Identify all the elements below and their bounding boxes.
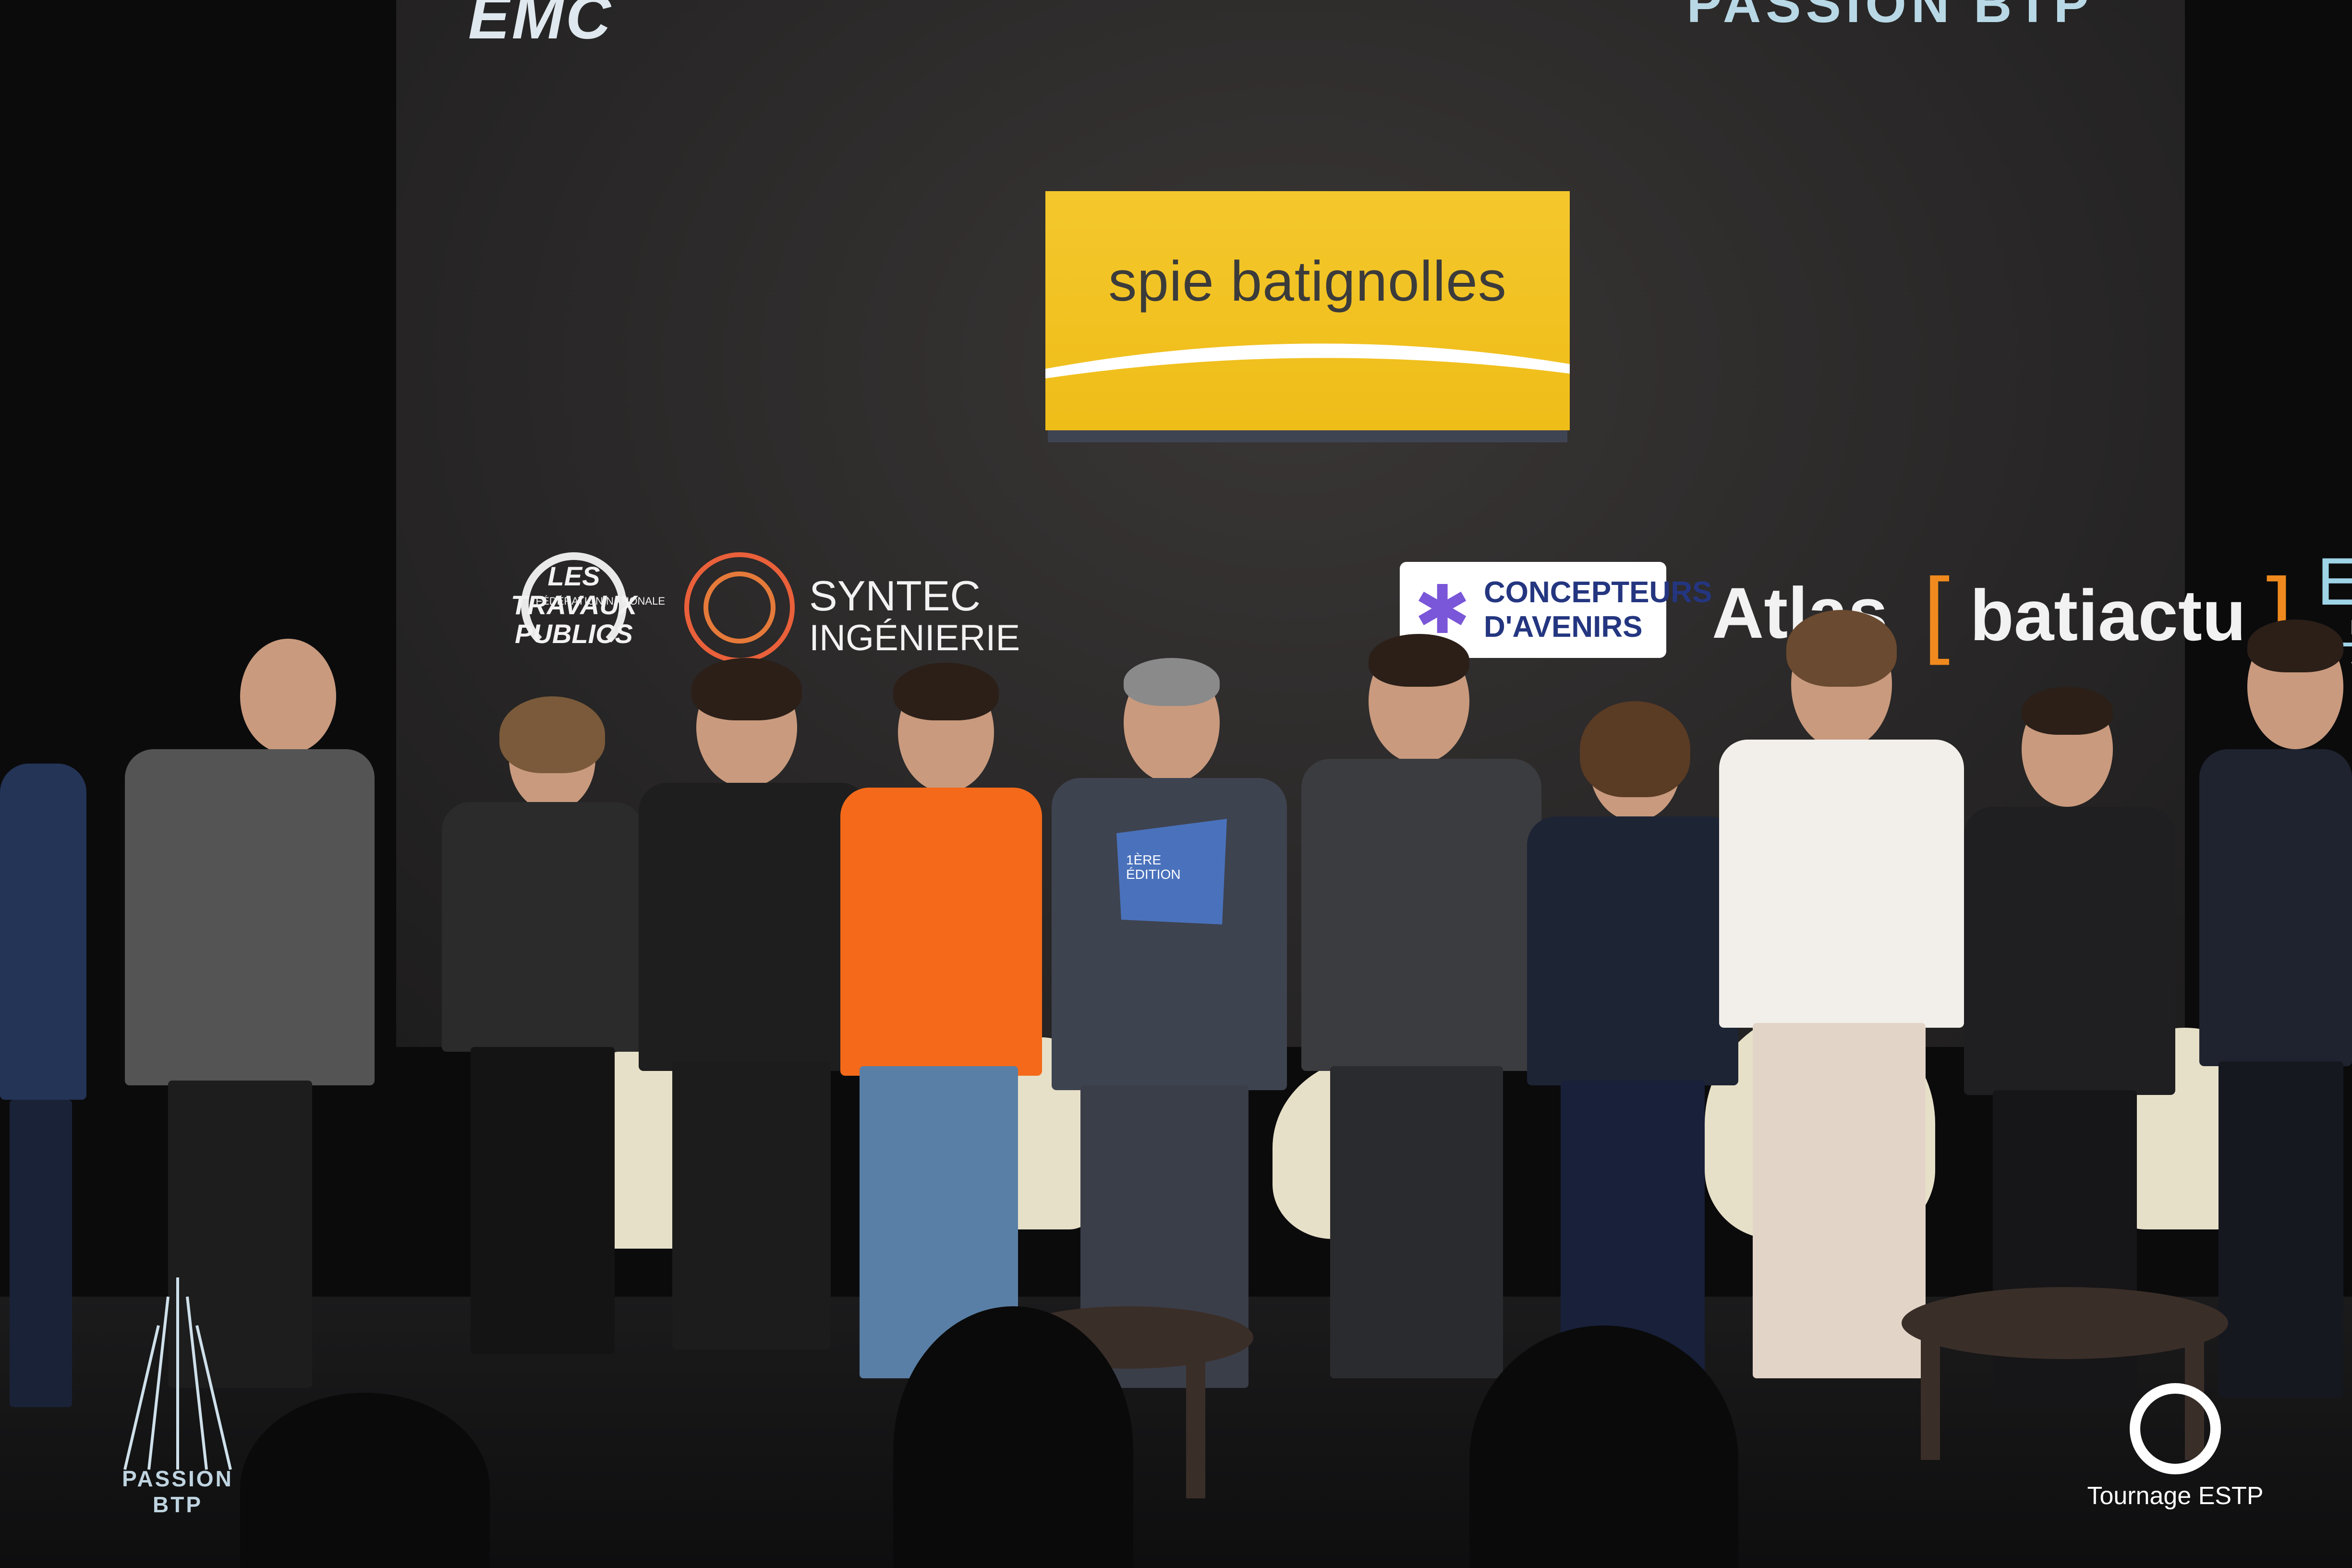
- trophy-line1: 1ÈRE: [1126, 852, 1162, 867]
- person: [639, 658, 869, 1364]
- person: [1527, 701, 1738, 1393]
- travaux-publics-small: FÉDÉRATION NATIONALE: [535, 595, 665, 607]
- asterisk-icon: ✱: [1414, 572, 1471, 647]
- travaux-publics-logo: LES TRAVAUX PUBLICS FÉDÉRATION NATIONALE: [502, 552, 665, 658]
- travaux-publics-line1: LES TRAVAUX: [510, 561, 637, 620]
- person-orange-vest: [840, 663, 1042, 1393]
- sponsor-name: spie batignolles: [1108, 250, 1507, 313]
- coffee-table: [1902, 1287, 2228, 1359]
- travaux-publics-line2: PUBLICS: [515, 619, 633, 649]
- syntec-line1: SYNTEC: [809, 572, 981, 620]
- emc-logo: EMC: [468, 0, 613, 52]
- passion-btp-watermark-text: PASSION BTP: [122, 1466, 233, 1517]
- person: [1301, 634, 1541, 1388]
- syntec-rings-icon: [684, 552, 795, 663]
- rocket-lines-icon: [123, 1277, 232, 1470]
- person: [442, 696, 643, 1369]
- person-holding-microphone: [1719, 610, 1964, 1388]
- sponsor-logo: spie batignolles: [1045, 191, 1570, 430]
- award-trophy: 1ÈRE ÉDITION: [1107, 814, 1237, 929]
- syntec-line2: INGÉNIERIE: [809, 618, 1020, 658]
- estp-big: ESTP: [2317, 544, 2352, 619]
- coffee-table-leg: [1921, 1335, 1940, 1460]
- person: [0, 653, 86, 1407]
- person-holding-trophy: [1052, 658, 1287, 1398]
- concepteurs-line1: CONCEPTEURS: [1484, 576, 1712, 609]
- trophy-line2: ÉDITION: [1126, 867, 1181, 882]
- coffee-table-leg: [1186, 1345, 1205, 1498]
- tournage-estp-text: Tournage ESTP: [2087, 1482, 2264, 1510]
- person: [2199, 620, 2352, 1412]
- tournage-estp-watermark: Tournage ESTP: [2074, 1383, 2276, 1527]
- camera-aperture-icon: [2130, 1383, 2221, 1474]
- passion-btp-screen-logo: PASSION BTP: [1686, 0, 2094, 34]
- sponsor-swoosh-icon: [1045, 343, 1570, 378]
- passion-btp-watermark: PASSION BTP: [96, 1268, 259, 1518]
- photo-scene: EMC PASSION BTP spie batignolles LES TRA…: [0, 0, 2352, 1568]
